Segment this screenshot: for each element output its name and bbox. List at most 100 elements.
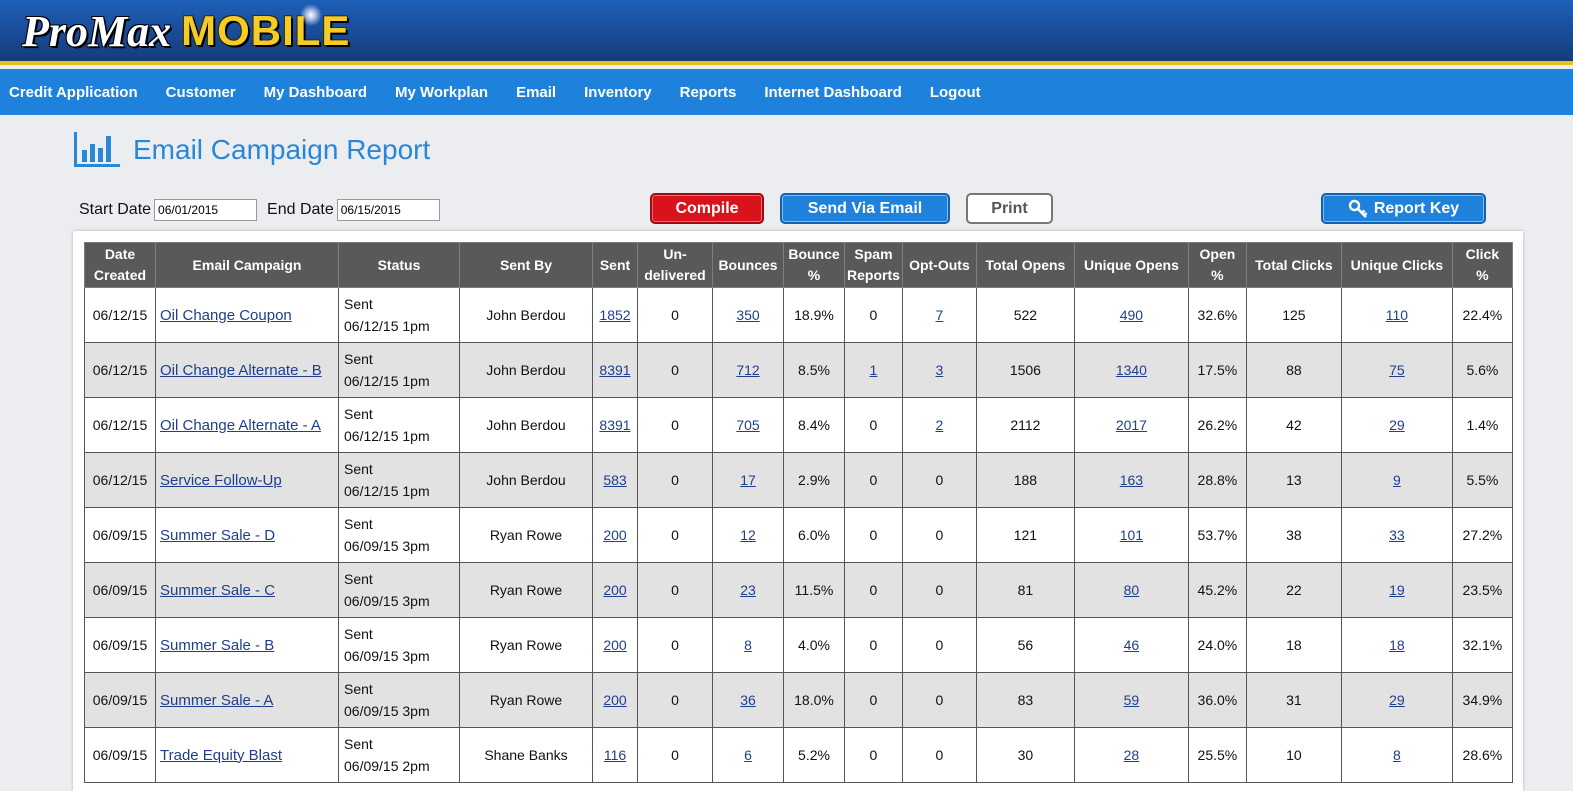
bounces-link[interactable]: 12: [740, 527, 756, 543]
total-opens-cell: 56: [975, 617, 1075, 673]
header-text: delivered: [644, 267, 706, 283]
nav-credit-application[interactable]: Credit Application: [0, 84, 152, 101]
total-clicks-cell: 10: [1245, 727, 1342, 783]
click-pct-cell: 34.9%: [1451, 672, 1513, 728]
click-pct-cell: 32.1%: [1451, 617, 1513, 673]
nav-reports[interactable]: Reports: [666, 84, 751, 101]
logo-mobile-text: MOBILE: [181, 7, 351, 54]
opt-outs-link[interactable]: 2: [936, 417, 944, 433]
open-pct-cell: 28.8%: [1187, 452, 1247, 508]
campaign-name-link[interactable]: Summer Sale - A: [160, 692, 273, 709]
column-header-sent: Sent: [592, 242, 638, 288]
unique-opens-link[interactable]: 46: [1124, 637, 1140, 653]
bounces-link[interactable]: 23: [740, 582, 756, 598]
header-text: Spam: [854, 246, 893, 262]
open-pct-cell: 36.0%: [1187, 672, 1247, 728]
nav-my-workplan[interactable]: My Workplan: [381, 84, 502, 101]
unique-opens-link[interactable]: 2017: [1116, 417, 1147, 433]
sent-count-link[interactable]: 116: [604, 747, 626, 763]
nav-internet-dashboard[interactable]: Internet Dashboard: [750, 84, 916, 101]
opt-outs-link[interactable]: 7: [936, 307, 944, 323]
unique-opens-link[interactable]: 28: [1124, 747, 1140, 763]
end-date-input[interactable]: [336, 199, 440, 221]
promax-logo[interactable]: ProMax MOBILE: [22, 2, 351, 56]
campaign-name-link[interactable]: Oil Change Alternate - B: [160, 362, 322, 379]
unique-opens-link[interactable]: 101: [1120, 527, 1143, 543]
bounces-link[interactable]: 6: [744, 747, 752, 763]
unique-opens-link[interactable]: 80: [1124, 582, 1140, 598]
campaign-name-link[interactable]: Oil Change Alternate - A: [160, 417, 321, 434]
send-via-email-button[interactable]: Send Via Email: [780, 193, 950, 224]
unique-clicks-link[interactable]: 29: [1389, 417, 1405, 433]
date-created-cell: 06/12/15: [84, 452, 156, 508]
bounces-link[interactable]: 350: [736, 307, 759, 323]
status-cell: Sent 06/12/15 1pm: [338, 287, 460, 343]
header-text: Open: [1199, 246, 1236, 262]
unique-clicks-link[interactable]: 9: [1393, 472, 1401, 488]
bounce-pct-cell: 11.5%: [783, 562, 845, 618]
campaign-name-link[interactable]: Service Follow-Up: [160, 472, 282, 489]
sent-count-link[interactable]: 8391: [599, 362, 630, 378]
bounces-link[interactable]: 36: [740, 692, 756, 708]
header-text: Un-: [663, 246, 687, 262]
unique-clicks-link[interactable]: 8: [1393, 747, 1401, 763]
report-key-button[interactable]: Report Key: [1321, 193, 1486, 224]
campaign-name-link[interactable]: Summer Sale - C: [160, 582, 275, 599]
date-filters: Start Date End Date: [79, 199, 440, 221]
header-text: Reports: [847, 267, 900, 283]
total-opens-cell: 1506: [975, 342, 1075, 398]
unique-clicks-link[interactable]: 110: [1386, 307, 1408, 323]
unique-clicks-link[interactable]: 33: [1389, 527, 1405, 543]
campaign-name-link[interactable]: Summer Sale - D: [160, 527, 275, 544]
unique-opens-link[interactable]: 163: [1120, 472, 1143, 488]
unique-clicks-link[interactable]: 29: [1389, 692, 1405, 708]
total-opens-cell: 522: [975, 287, 1075, 343]
bounces-link[interactable]: 705: [736, 417, 759, 433]
unique-opens-link[interactable]: 490: [1120, 307, 1143, 323]
bounces-cell: 350: [712, 287, 784, 343]
undelivered-cell: 0: [637, 672, 713, 728]
sent-count-link[interactable]: 200: [603, 637, 626, 653]
column-header-undelivered: Un-delivered: [637, 242, 713, 288]
nav-my-dashboard[interactable]: My Dashboard: [250, 84, 381, 101]
bounces-link[interactable]: 712: [736, 362, 759, 378]
unique-opens-link[interactable]: 59: [1124, 692, 1140, 708]
unique-clicks-link[interactable]: 18: [1389, 637, 1405, 653]
undelivered-cell: 0: [637, 727, 713, 783]
sent-count-link[interactable]: 1852: [599, 307, 630, 323]
unique-clicks-link[interactable]: 75: [1389, 362, 1405, 378]
unique-opens-cell: 101: [1073, 507, 1189, 563]
campaign-name-link[interactable]: Oil Change Coupon: [160, 307, 292, 324]
compile-button[interactable]: Compile: [650, 193, 764, 224]
date-created-cell: 06/09/15: [84, 617, 156, 673]
opt-outs-link[interactable]: 3: [936, 362, 944, 378]
sent-count-link[interactable]: 583: [603, 472, 626, 488]
undelivered-cell: 0: [637, 507, 713, 563]
header-text: %: [807, 267, 821, 283]
campaign-name-cell: Summer Sale - B: [155, 617, 339, 673]
nav-customer[interactable]: Customer: [152, 84, 250, 101]
status-text: Sent: [344, 626, 373, 642]
unique-opens-link[interactable]: 1340: [1116, 362, 1147, 378]
unique-clicks-link[interactable]: 19: [1389, 582, 1405, 598]
bounces-link[interactable]: 8: [744, 637, 752, 653]
print-button[interactable]: Print: [966, 193, 1053, 224]
nav-inventory[interactable]: Inventory: [570, 84, 666, 101]
spam-reports-link[interactable]: 1: [870, 362, 878, 378]
status-text: Sent: [344, 516, 373, 532]
bounces-link[interactable]: 17: [740, 472, 756, 488]
column-header-unique-clicks: Unique Clicks: [1340, 242, 1453, 288]
start-date-input[interactable]: [154, 199, 258, 221]
nav-logout[interactable]: Logout: [916, 84, 995, 101]
sent-count-link[interactable]: 200: [603, 527, 626, 543]
sent-count-cell: 200: [592, 672, 638, 728]
campaign-name-link[interactable]: Trade Equity Blast: [160, 747, 282, 764]
sent-count-link[interactable]: 200: [603, 582, 626, 598]
start-date-label: Start Date: [79, 201, 152, 218]
nav-email[interactable]: Email: [502, 84, 570, 101]
campaign-name-link[interactable]: Summer Sale - B: [160, 637, 274, 654]
unique-clicks-cell: 19: [1340, 562, 1453, 618]
sent-count-link[interactable]: 200: [603, 692, 626, 708]
sent-by-cell: Ryan Rowe: [459, 672, 593, 728]
sent-count-link[interactable]: 8391: [599, 417, 630, 433]
